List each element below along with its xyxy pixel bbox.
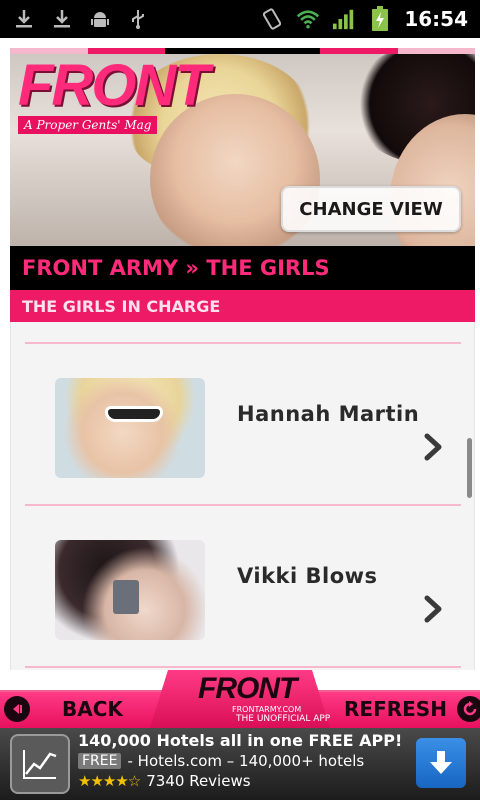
refresh-button[interactable]: REFRESH [344,694,480,724]
nav-tagline: THE UNOFFICIAL APP [236,714,331,724]
page-title: FRONT ARMY » THE GIRLS [22,256,330,280]
back-arrow-icon [4,696,30,722]
section-header: THE GIRLS IN CHARGE [10,290,475,322]
header-banner: FRONT A Proper Gents' Mag CHANGE VIEW [10,54,475,246]
ad-banner[interactable]: 140,000 Hotels all in one FREE APP! FREE… [0,728,480,800]
android-debug-icon [88,7,112,31]
page-title-bar: FRONT ARMY » THE GIRLS [10,246,475,290]
ad-description: - Hotels.com – 140,000+ hotels [127,752,365,770]
usb-icon [126,7,150,31]
list-item-vikki-blows[interactable]: Vikki Blows [25,506,461,666]
thumbnail-image [55,540,205,640]
vibrate-icon [260,7,284,31]
logo-tagline: A Proper Gents' Mag [18,116,158,134]
list-divider [25,666,461,668]
system-icons: 16:54 [260,6,468,31]
logo-text: FRONT [18,54,210,118]
ad-rating: ★★★★☆ 7340 Reviews [78,772,251,790]
download-button[interactable] [416,738,466,788]
refresh-icon [456,696,480,722]
ad-title: 140,000 Hotels all in one FREE APP! [78,731,403,750]
notification-icons [12,7,150,31]
nav-logo: FRONT [198,672,297,705]
battery-charging-icon [368,6,392,31]
clock: 16:54 [404,7,468,31]
section-title: THE GIRLS IN CHARGE [22,296,221,316]
item-name: Hannah Martin [237,402,420,426]
back-button[interactable]: BACK [4,694,123,724]
front-logo: FRONT A Proper Gents' Mag [18,54,210,134]
wifi-icon [296,7,320,31]
chevron-right-icon [423,594,445,624]
chevron-right-icon [423,432,445,462]
ad-subtitle: FREE - Hotels.com – 140,000+ hotels [78,752,364,770]
refresh-label: REFRESH [344,697,447,721]
free-badge: FREE [78,753,122,769]
star-rating-icon: ★★★★☆ [78,772,141,790]
nav-logo-url: FRONTARMY.COM [232,705,302,714]
girls-list[interactable]: Hannah Martin Vikki Blows [10,322,475,670]
signal-icon [332,7,356,31]
back-label: BACK [62,697,123,721]
scrollbar[interactable] [467,438,472,498]
pistol [113,580,139,614]
thumbnail-image [55,378,205,478]
change-view-button[interactable]: CHANGE VIEW [281,186,461,232]
chart-icon [10,734,70,794]
status-bar: 16:54 [0,0,480,38]
list-item-hannah-martin[interactable]: Hannah Martin [25,344,461,504]
download-icon [12,7,36,31]
bottom-nav: FRONT FRONTARMY.COM THE UNOFFICIAL APP B… [0,670,480,728]
item-name: Vikki Blows [237,564,378,588]
download-icon [50,7,74,31]
review-count: 7340 Reviews [146,772,251,790]
sunglasses [105,406,163,422]
